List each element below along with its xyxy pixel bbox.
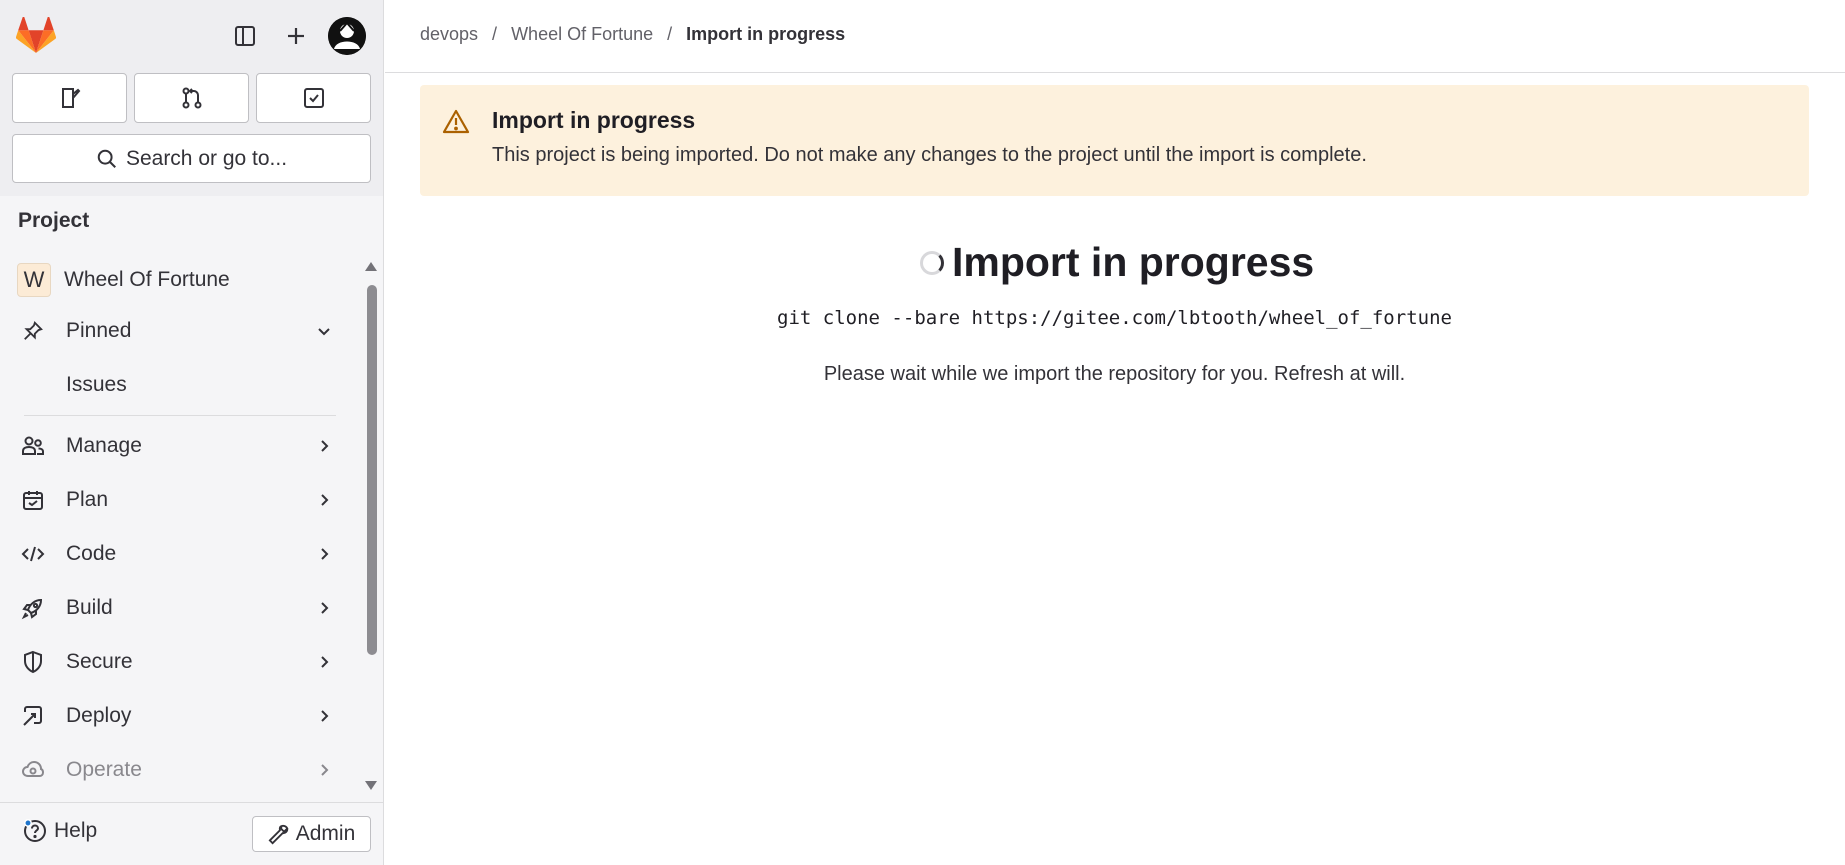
sidebar-item-deploy[interactable]: Deploy	[14, 694, 344, 738]
wrench-icon	[268, 824, 289, 845]
cloud-icon	[14, 758, 52, 782]
admin-label: Admin	[295, 822, 356, 845]
breadcrumb-separator: /	[667, 24, 673, 44]
help-label: Help	[54, 819, 98, 842]
sidebar-item-label: Secure	[66, 650, 133, 673]
git-clone-command: git clone --bare https://gitee.com/lbtoo…	[777, 307, 1452, 329]
loading-spinner-icon	[920, 250, 944, 275]
sidebar-item-label: Plan	[66, 488, 109, 511]
chevron-right-icon	[312, 546, 336, 562]
project-avatar: W	[17, 263, 51, 297]
sidebar-item-manage[interactable]: Manage	[14, 424, 344, 468]
sidebar-item-label: Wheel Of Fortune	[64, 268, 230, 291]
issues-shortcut-button[interactable]	[12, 73, 127, 123]
alert-body: This project is being imported. Do not m…	[492, 144, 1367, 166]
sidebar: Search or go to... Project W Wheel Of Fo…	[0, 0, 384, 865]
breadcrumb-item[interactable]: devops	[420, 24, 478, 45]
chevron-right-icon	[312, 438, 336, 454]
warning-icon	[442, 109, 470, 134]
chevron-right-icon	[312, 492, 336, 508]
merge-requests-shortcut-button[interactable]	[134, 73, 249, 123]
sidebar-section-title: Project	[18, 209, 90, 232]
chevron-right-icon	[312, 654, 336, 670]
help-icon	[24, 819, 46, 842]
search-label: Search or go to...	[125, 146, 288, 170]
plus-icon[interactable]	[279, 19, 313, 53]
scroll-down-arrow[interactable]	[365, 781, 377, 790]
sidebar-item-project[interactable]: W Wheel Of Fortune	[14, 258, 344, 302]
sidebar-scrollbar[interactable]	[367, 285, 377, 655]
search-button[interactable]: Search or go to...	[12, 134, 371, 183]
toggle-sidebar-icon[interactable]	[228, 19, 262, 53]
page-title: Import in progress	[952, 239, 1315, 285]
issues-icon	[61, 88, 80, 108]
shield-icon	[14, 650, 52, 674]
rocket-icon	[14, 596, 52, 620]
breadcrumb-separator: /	[492, 24, 498, 44]
merge-request-icon	[182, 87, 201, 109]
todo-icon	[303, 88, 324, 108]
sidebar-item-label: Code	[66, 542, 117, 565]
import-message: Please wait while we import the reposito…	[823, 363, 1406, 385]
scroll-up-arrow[interactable]	[365, 262, 377, 271]
todo-shortcut-button[interactable]	[256, 73, 371, 123]
sidebar-item-label: Operate	[66, 758, 142, 781]
gitlab-logo[interactable]	[16, 17, 56, 55]
chevron-right-icon	[312, 762, 336, 778]
breadcrumb-item[interactable]: Wheel Of Fortune	[511, 24, 653, 45]
user-avatar[interactable]	[328, 17, 366, 55]
sidebar-item-build[interactable]: Build	[14, 586, 344, 630]
help-button[interactable]: Help	[22, 818, 97, 844]
deploy-icon	[14, 704, 52, 728]
sidebar-item-label: Build	[66, 596, 113, 619]
sidebar-header: Search or go to...	[0, 0, 383, 196]
sidebar-item-label: Deploy	[66, 704, 132, 727]
search-icon	[97, 149, 116, 168]
sidebar-divider	[24, 415, 336, 416]
code-icon	[14, 542, 52, 566]
calendar-icon	[14, 488, 52, 512]
admin-button[interactable]: Admin	[252, 816, 371, 852]
sidebar-item-plan[interactable]: Plan	[14, 478, 344, 522]
users-icon	[14, 434, 52, 458]
sidebar-item-secure[interactable]: Secure	[14, 640, 344, 684]
import-status-heading: Import in progress	[920, 239, 1314, 286]
breadcrumb-current[interactable]: Import in progress	[686, 24, 845, 45]
sidebar-item-label: Manage	[66, 434, 142, 457]
breadcrumb: devops / Wheel Of Fortune / Import in pr…	[420, 24, 845, 45]
warning-alert: Import in progress This project is being…	[420, 85, 1809, 196]
sidebar-item-operate[interactable]: Operate	[14, 748, 344, 792]
sidebar-item-code[interactable]: Code	[14, 532, 344, 576]
chevron-right-icon	[312, 600, 336, 616]
alert-title: Import in progress	[492, 107, 696, 133]
chevron-right-icon	[312, 708, 336, 724]
